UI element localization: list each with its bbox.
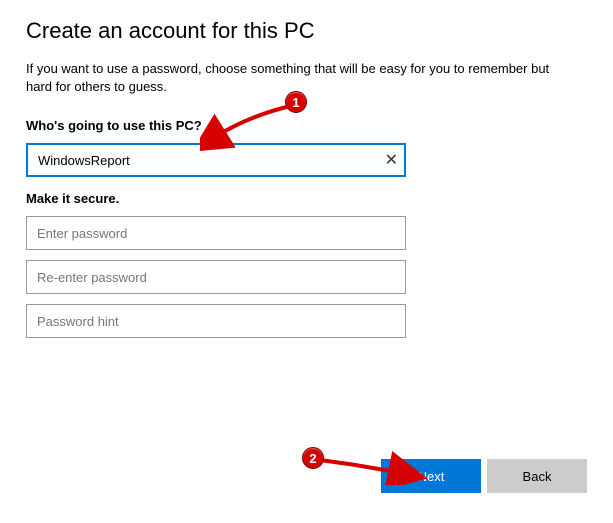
- next-button[interactable]: Next: [381, 459, 481, 493]
- clear-icon[interactable]: ✕: [385, 150, 398, 170]
- button-row: Next Back: [381, 459, 587, 493]
- username-label: Who's going to use this PC?: [26, 118, 587, 133]
- password-section-label: Make it secure.: [26, 191, 587, 206]
- annotation-badge-2: 2: [302, 447, 324, 469]
- password-input[interactable]: [26, 216, 406, 250]
- username-input-wrap: ✕: [26, 143, 406, 177]
- page-subtitle: If you want to use a password, choose so…: [26, 60, 566, 96]
- back-button[interactable]: Back: [487, 459, 587, 493]
- username-input[interactable]: [26, 143, 406, 177]
- password-hint-input[interactable]: [26, 304, 406, 338]
- reenter-password-input[interactable]: [26, 260, 406, 294]
- page-title: Create an account for this PC: [26, 18, 587, 44]
